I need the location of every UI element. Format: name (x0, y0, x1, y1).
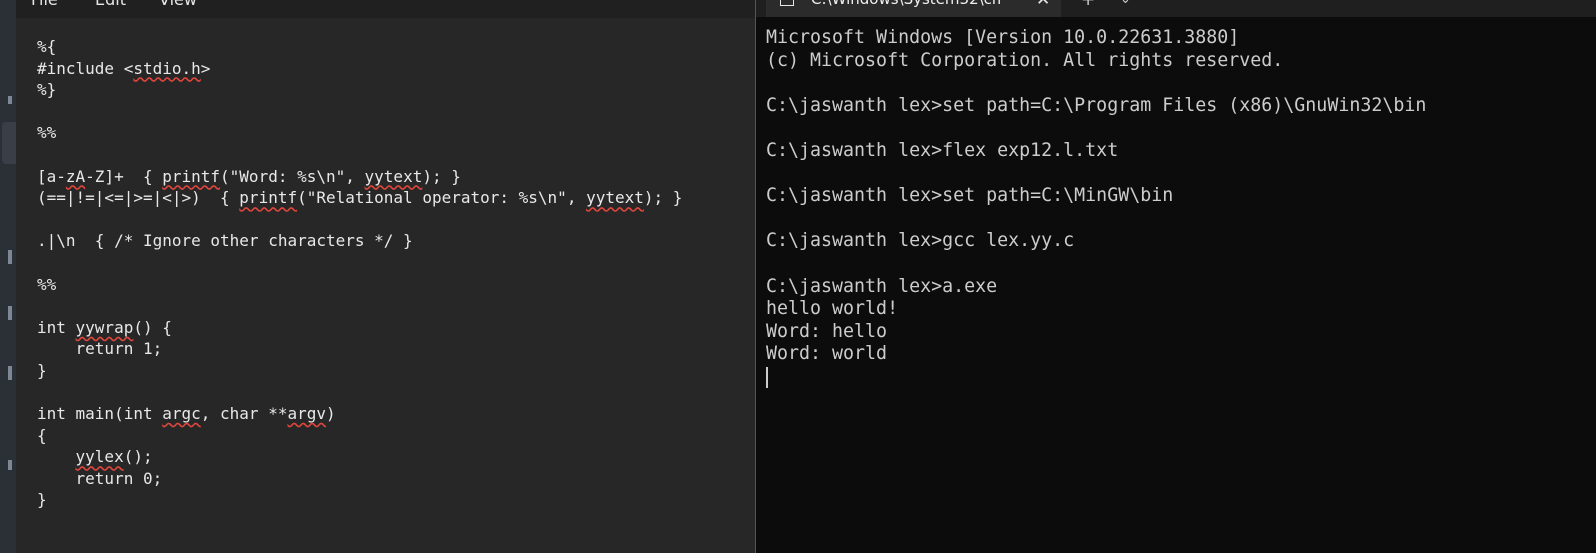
desktop-icon-mark (8, 460, 12, 470)
terminal-line: hello world! (766, 298, 899, 320)
spellcheck-word: stdio.h (133, 58, 201, 78)
menu-edit[interactable]: Edit (95, 0, 126, 10)
terminal-line: C:\jaswanth lex>a.exe (766, 275, 998, 297)
code-text: -Z]+ { (85, 166, 163, 186)
spellcheck-word: argv (287, 404, 326, 424)
notepad-window: File Edit View %{ #include <stdio.h>%}%% [… (16, 0, 755, 553)
code-line: %} (37, 79, 747, 101)
code-line: } (37, 360, 747, 382)
code-text: %% (37, 123, 57, 143)
spellcheck-word: printf (162, 166, 221, 186)
spellcheck-word: yylex (75, 447, 124, 467)
code-text: } (37, 490, 47, 510)
code-line: int main(int argc, char **argv) (37, 403, 747, 425)
terminal-tabbar: C:\Windows\System32\cmd.e ✕ + ⌄ (756, 0, 1596, 17)
terminal-line: Word: hello (766, 320, 888, 342)
terminal-icon (780, 0, 794, 6)
tab-title: C:\Windows\System32\cmd.e (811, 0, 1001, 9)
desktop-icon-mark (8, 306, 12, 320)
code-line: %% (37, 122, 747, 144)
terminal-line: C:\jaswanth lex>set path=C:\MinGW\bin (766, 185, 1174, 207)
terminal-tab[interactable]: C:\Windows\System32\cmd.e ✕ (766, 0, 1061, 17)
code-text: ("Relational operator: %s\n", (297, 188, 587, 208)
code-line: %% (37, 274, 747, 296)
code-line: #include <stdio.h> (37, 58, 747, 80)
terminal-output[interactable]: Microsoft Windows [Version 10.0.22631.38… (766, 27, 1426, 389)
code-line: int yywrap() { (37, 317, 747, 339)
code-line: } (37, 489, 747, 511)
desktop-taskbar-tab[interactable] (2, 122, 16, 164)
spellcheck-word: yytext (364, 166, 423, 186)
new-tab-button[interactable]: + (1081, 0, 1095, 10)
text-cursor (766, 366, 768, 388)
desktop-edge (0, 0, 16, 553)
terminal-window: C:\Windows\System32\cmd.e ✕ + ⌄ Microsof… (756, 0, 1596, 553)
terminal-line: Word: world (766, 343, 888, 365)
code-text: int (37, 317, 76, 337)
code-text: #include < (37, 58, 134, 78)
code-text: , char ** (200, 404, 288, 424)
code-line: %{ (37, 36, 747, 58)
terminal-line: C:\jaswanth lex>flex exp12.l.txt (766, 139, 1119, 161)
code-line: return 1; (37, 338, 747, 360)
code-text: return 1; (37, 339, 163, 359)
code-text: [a- (37, 166, 66, 186)
code-text: > (200, 58, 211, 78)
code-text: %} (37, 80, 57, 100)
code-line: { (37, 425, 747, 447)
code-text: (); (123, 447, 153, 467)
code-text: %% (37, 274, 57, 294)
notepad-menubar: File Edit View (16, 0, 755, 18)
code-text: .|\n { /* Ignore other characters */ } (37, 231, 413, 251)
terminal-line: C:\jaswanth lex>gcc lex.yy.c (766, 230, 1075, 252)
code-editor[interactable]: %{ #include <stdio.h>%}%% [a-zA-Z]+ { prin… (37, 36, 747, 511)
spellcheck-word: printf (239, 188, 298, 208)
desktop-icon-mark (8, 96, 12, 104)
code-line: .|\n { /* Ignore other characters */ } (37, 230, 747, 252)
code-text: (==|!=|<=|>=|<|>) { (37, 188, 240, 208)
screen: File Edit View %{ #include <stdio.h>%}%% [… (0, 0, 1596, 553)
menu-view[interactable]: View (159, 0, 197, 10)
spellcheck-word: argc (162, 404, 201, 424)
code-text: ) (326, 404, 336, 424)
code-text: { (37, 425, 47, 445)
code-text: ); } (643, 188, 683, 208)
spellcheck-word: yytext (586, 188, 644, 208)
code-text: () { (133, 317, 172, 337)
chevron-down-icon[interactable]: ⌄ (1120, 0, 1131, 10)
code-text: } (37, 360, 47, 380)
terminal-line: C:\jaswanth lex>set path=C:\Program File… (766, 94, 1427, 116)
spellcheck-word: yywrap (75, 317, 134, 337)
close-icon[interactable]: ✕ (1036, 0, 1050, 10)
terminal-line: (c) Microsoft Corporation. All rights re… (766, 49, 1284, 71)
menu-file[interactable]: File (31, 0, 58, 10)
code-text: ); } (422, 166, 461, 186)
code-line: (==|!=|<=|>=|<|>) { printf("Relational o… (37, 187, 747, 209)
terminal-line: Microsoft Windows [Version 10.0.22631.38… (766, 27, 1240, 48)
code-text: ("Word: %s\n", (220, 166, 365, 186)
spellcheck-word: zA (65, 166, 86, 186)
terminal-prompt-line (766, 366, 1426, 389)
desktop-icon-mark (8, 366, 12, 380)
desktop-icon-mark (8, 250, 12, 264)
code-line: return 0; (37, 468, 747, 490)
code-text: return 0; (37, 468, 163, 488)
code-line: yylex(); (37, 446, 747, 468)
code-text: %{ (37, 37, 57, 56)
code-text: int main(int (37, 404, 163, 424)
code-line: [a-zA-Z]+ { printf("Word: %s\n", yytext)… (37, 166, 747, 188)
